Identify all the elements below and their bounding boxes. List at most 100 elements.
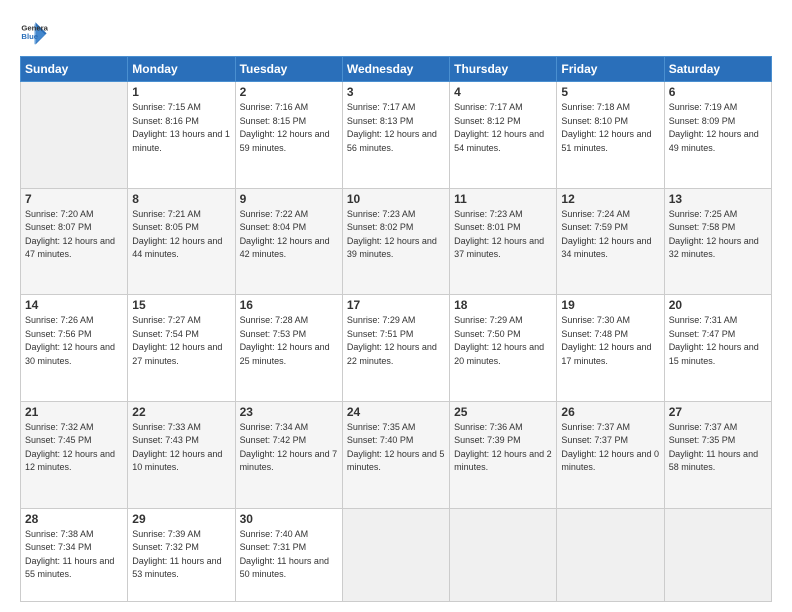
calendar-table: SundayMondayTuesdayWednesdayThursdayFrid… [20,56,772,602]
day-number: 17 [347,298,445,312]
column-header-thursday: Thursday [450,57,557,82]
day-info: Sunrise: 7:18 AMSunset: 8:10 PMDaylight:… [561,101,659,155]
calendar-week-3: 14 Sunrise: 7:26 AMSunset: 7:56 PMDayligh… [21,295,772,402]
day-info: Sunrise: 7:16 AMSunset: 8:15 PMDaylight:… [240,101,338,155]
day-info: Sunrise: 7:32 AMSunset: 7:45 PMDaylight:… [25,421,123,475]
day-info: Sunrise: 7:40 AMSunset: 7:31 PMDaylight:… [240,528,338,582]
day-number: 8 [132,192,230,206]
logo: General Blue [20,18,54,46]
day-info: Sunrise: 7:27 AMSunset: 7:54 PMDaylight:… [132,314,230,368]
calendar-cell: 2Sunrise: 7:16 AMSunset: 8:15 PMDaylight… [235,82,342,189]
calendar-header-row: SundayMondayTuesdayWednesdayThursdayFrid… [21,57,772,82]
day-number: 24 [347,405,445,419]
day-info: Sunrise: 7:17 AMSunset: 8:12 PMDaylight:… [454,101,552,155]
day-number: 1 [132,85,230,99]
day-info: Sunrise: 7:17 AMSunset: 8:13 PMDaylight:… [347,101,445,155]
calendar-cell [557,508,664,601]
day-number: 12 [561,192,659,206]
calendar-cell [21,82,128,189]
column-header-saturday: Saturday [664,57,771,82]
calendar-cell: 19Sunrise: 7:30 AMSunset: 7:48 PMDayligh… [557,295,664,402]
day-number: 4 [454,85,552,99]
day-info: Sunrise: 7:28 AMSunset: 7:53 PMDaylight:… [240,314,338,368]
day-info: Sunrise: 7:29 AMSunset: 7:51 PMDaylight:… [347,314,445,368]
column-header-sunday: Sunday [21,57,128,82]
day-info: Sunrise: 7:23 AMSunset: 8:01 PMDaylight:… [454,208,552,262]
day-info: Sunrise: 7:25 AMSunset: 7:58 PMDaylight:… [669,208,767,262]
day-info: Sunrise: 7:15 AMSunset: 8:16 PMDaylight:… [132,101,230,155]
day-number: 6 [669,85,767,99]
day-number: 28 [25,512,123,526]
calendar-cell: 26 Sunrise: 7:37 AMSunset: 7:37 PMDayligh… [557,401,664,508]
page: General Blue SundayMondayTuesdayWednesda… [0,0,792,612]
calendar-cell: 22Sunrise: 7:33 AMSunset: 7:43 PMDayligh… [128,401,235,508]
calendar-cell: 27 Sunrise: 7:37 AMSunset: 7:35 PMDayligh… [664,401,771,508]
day-info: Sunrise: 7:20 AMSunset: 8:07 PMDaylight:… [25,208,123,262]
calendar-cell: 10Sunrise: 7:23 AMSunset: 8:02 PMDayligh… [342,188,449,295]
day-number: 27 [669,405,767,419]
day-number: 25 [454,405,552,419]
day-number: 23 [240,405,338,419]
calendar-cell: 3Sunrise: 7:17 AMSunset: 8:13 PMDaylight… [342,82,449,189]
column-header-monday: Monday [128,57,235,82]
day-number: 26 [561,405,659,419]
day-number: 18 [454,298,552,312]
calendar-cell: 18 Sunrise: 7:29 AMSunset: 7:50 PMDayligh… [450,295,557,402]
calendar-week-5: 28 Sunrise: 7:38 AMSunset: 7:34 PMDayligh… [21,508,772,601]
day-info: Sunrise: 7:26 AMSunset: 7:56 PMDaylight:… [25,314,123,368]
calendar-cell [450,508,557,601]
calendar-cell: 12 Sunrise: 7:24 AMSunset: 7:59 PMDayligh… [557,188,664,295]
day-info: Sunrise: 7:39 AMSunset: 7:32 PMDaylight:… [132,528,230,582]
svg-text:General: General [21,24,48,33]
day-info: Sunrise: 7:24 AMSunset: 7:59 PMDaylight:… [561,208,659,262]
column-header-wednesday: Wednesday [342,57,449,82]
calendar-cell: 25 Sunrise: 7:36 AMSunset: 7:39 PMDayligh… [450,401,557,508]
calendar-cell: 15 Sunrise: 7:27 AMSunset: 7:54 PMDayligh… [128,295,235,402]
day-info: Sunrise: 7:38 AMSunset: 7:34 PMDaylight:… [25,528,123,582]
calendar-cell: 23 Sunrise: 7:34 AMSunset: 7:42 PMDayligh… [235,401,342,508]
day-number: 21 [25,405,123,419]
calendar-cell: 16 Sunrise: 7:28 AMSunset: 7:53 PMDayligh… [235,295,342,402]
calendar-cell: 28 Sunrise: 7:38 AMSunset: 7:34 PMDayligh… [21,508,128,601]
calendar-cell: 5Sunrise: 7:18 AMSunset: 8:10 PMDaylight… [557,82,664,189]
day-number: 15 [132,298,230,312]
calendar-cell: 14 Sunrise: 7:26 AMSunset: 7:56 PMDayligh… [21,295,128,402]
calendar-cell: 11 Sunrise: 7:23 AMSunset: 8:01 PMDayligh… [450,188,557,295]
day-info: Sunrise: 7:36 AMSunset: 7:39 PMDaylight:… [454,421,552,475]
calendar-cell: 30 Sunrise: 7:40 AMSunset: 7:31 PMDayligh… [235,508,342,601]
calendar-cell: 9 Sunrise: 7:22 AMSunset: 8:04 PMDaylight… [235,188,342,295]
calendar-cell: 6Sunrise: 7:19 AMSunset: 8:09 PMDaylight… [664,82,771,189]
calendar-cell: 7Sunrise: 7:20 AMSunset: 8:07 PMDaylight… [21,188,128,295]
day-number: 9 [240,192,338,206]
calendar-week-4: 21 Sunrise: 7:32 AMSunset: 7:45 PMDayligh… [21,401,772,508]
calendar-cell: 8 Sunrise: 7:21 AMSunset: 8:05 PMDaylight… [128,188,235,295]
day-info: Sunrise: 7:31 AMSunset: 7:47 PMDaylight:… [669,314,767,368]
day-number: 19 [561,298,659,312]
calendar-cell: 17 Sunrise: 7:29 AMSunset: 7:51 PMDayligh… [342,295,449,402]
day-number: 29 [132,512,230,526]
svg-text:Blue: Blue [21,32,38,41]
logo-icon: General Blue [20,18,48,46]
calendar-cell: 4 Sunrise: 7:17 AMSunset: 8:12 PMDaylight… [450,82,557,189]
day-number: 11 [454,192,552,206]
day-number: 13 [669,192,767,206]
day-number: 22 [132,405,230,419]
day-number: 20 [669,298,767,312]
day-number: 16 [240,298,338,312]
calendar-cell: 29 Sunrise: 7:39 AMSunset: 7:32 PMDayligh… [128,508,235,601]
calendar-cell: 13 Sunrise: 7:25 AMSunset: 7:58 PMDayligh… [664,188,771,295]
day-number: 14 [25,298,123,312]
day-info: Sunrise: 7:37 AMSunset: 7:37 PMDaylight:… [561,421,659,475]
day-info: Sunrise: 7:35 AMSunset: 7:40 PMDaylight:… [347,421,445,475]
day-info: Sunrise: 7:37 AMSunset: 7:35 PMDaylight:… [669,421,767,475]
column-header-friday: Friday [557,57,664,82]
column-header-tuesday: Tuesday [235,57,342,82]
calendar-week-2: 7Sunrise: 7:20 AMSunset: 8:07 PMDaylight… [21,188,772,295]
calendar-cell: 1 Sunrise: 7:15 AMSunset: 8:16 PMDaylight… [128,82,235,189]
day-info: Sunrise: 7:21 AMSunset: 8:05 PMDaylight:… [132,208,230,262]
day-info: Sunrise: 7:29 AMSunset: 7:50 PMDaylight:… [454,314,552,368]
day-info: Sunrise: 7:34 AMSunset: 7:42 PMDaylight:… [240,421,338,475]
day-number: 30 [240,512,338,526]
day-info: Sunrise: 7:22 AMSunset: 8:04 PMDaylight:… [240,208,338,262]
header: General Blue [20,18,772,46]
